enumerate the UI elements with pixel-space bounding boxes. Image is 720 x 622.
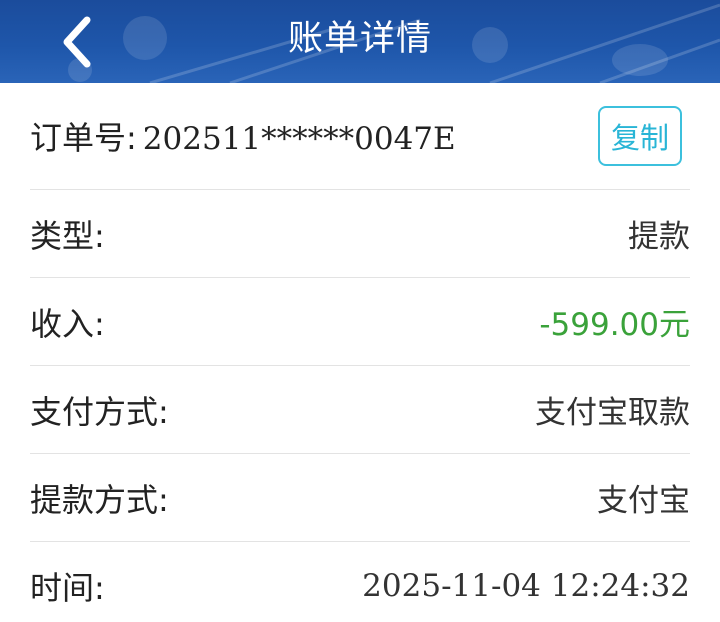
order-number-group: 订单号: 202511******0047E	[30, 113, 456, 159]
type-label: 类型:	[30, 216, 105, 255]
order-number-label: 订单号:	[30, 119, 137, 157]
app-header: 账单详情	[0, 0, 720, 83]
type-value: 提款	[628, 219, 690, 255]
income-label: 收入:	[30, 304, 105, 343]
payment-method-label: 支付方式:	[30, 392, 169, 431]
withdraw-method-label: 提款方式:	[30, 480, 169, 519]
income-row: 收入: -599.00元	[30, 278, 690, 366]
order-number-value: 202511******0047E	[142, 121, 456, 157]
time-row: 时间: 2025-11-04 12:24:32	[30, 542, 690, 622]
copy-button[interactable]: 复制	[598, 106, 682, 166]
time-value: 2025-11-04 12:24:32	[362, 568, 690, 604]
payment-method-value: 支付宝取款	[535, 395, 690, 431]
detail-list: 订单号: 202511******0047E 复制 类型: 提款 收入: -59…	[0, 83, 720, 622]
time-label: 时间:	[30, 569, 105, 607]
bill-detail-page: 账单详情 订单号: 202511******0047E 复制 类型: 提款 收入…	[0, 0, 720, 622]
page-title: 账单详情	[287, 19, 432, 59]
type-row: 类型: 提款	[30, 190, 690, 278]
withdraw-method-value: 支付宝	[597, 483, 690, 519]
withdraw-method-row: 提款方式: 支付宝	[30, 454, 690, 542]
order-number-row: 订单号: 202511******0047E 复制	[30, 83, 690, 190]
payment-method-row: 支付方式: 支付宝取款	[30, 366, 690, 454]
income-value: -599.00元	[539, 307, 690, 343]
